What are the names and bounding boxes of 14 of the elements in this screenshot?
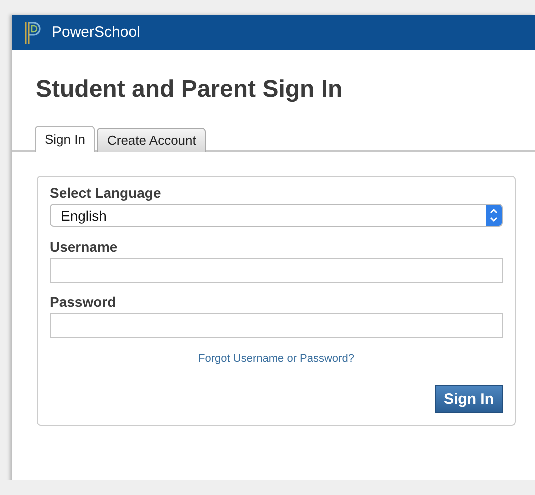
password-field[interactable] [50, 313, 503, 338]
dropdown-arrows-icon [486, 205, 502, 226]
brand-name: PowerSchool [52, 24, 140, 41]
page-title: Student and Parent Sign In [35, 75, 344, 105]
tab[interactable]: Sign In [35, 126, 96, 152]
field-label: Select Language [50, 185, 162, 201]
tab[interactable]: Create Account [97, 128, 206, 152]
logo-icon [24, 20, 42, 44]
field-label: Username [50, 239, 119, 255]
forgot-link[interactable]: Forgot Username or Password? [198, 353, 354, 365]
sign-in-button[interactable]: Sign In [435, 385, 503, 413]
language-dropdown[interactable]: English [50, 204, 503, 227]
username-field[interactable] [50, 258, 503, 283]
field-label: Password [50, 294, 118, 310]
